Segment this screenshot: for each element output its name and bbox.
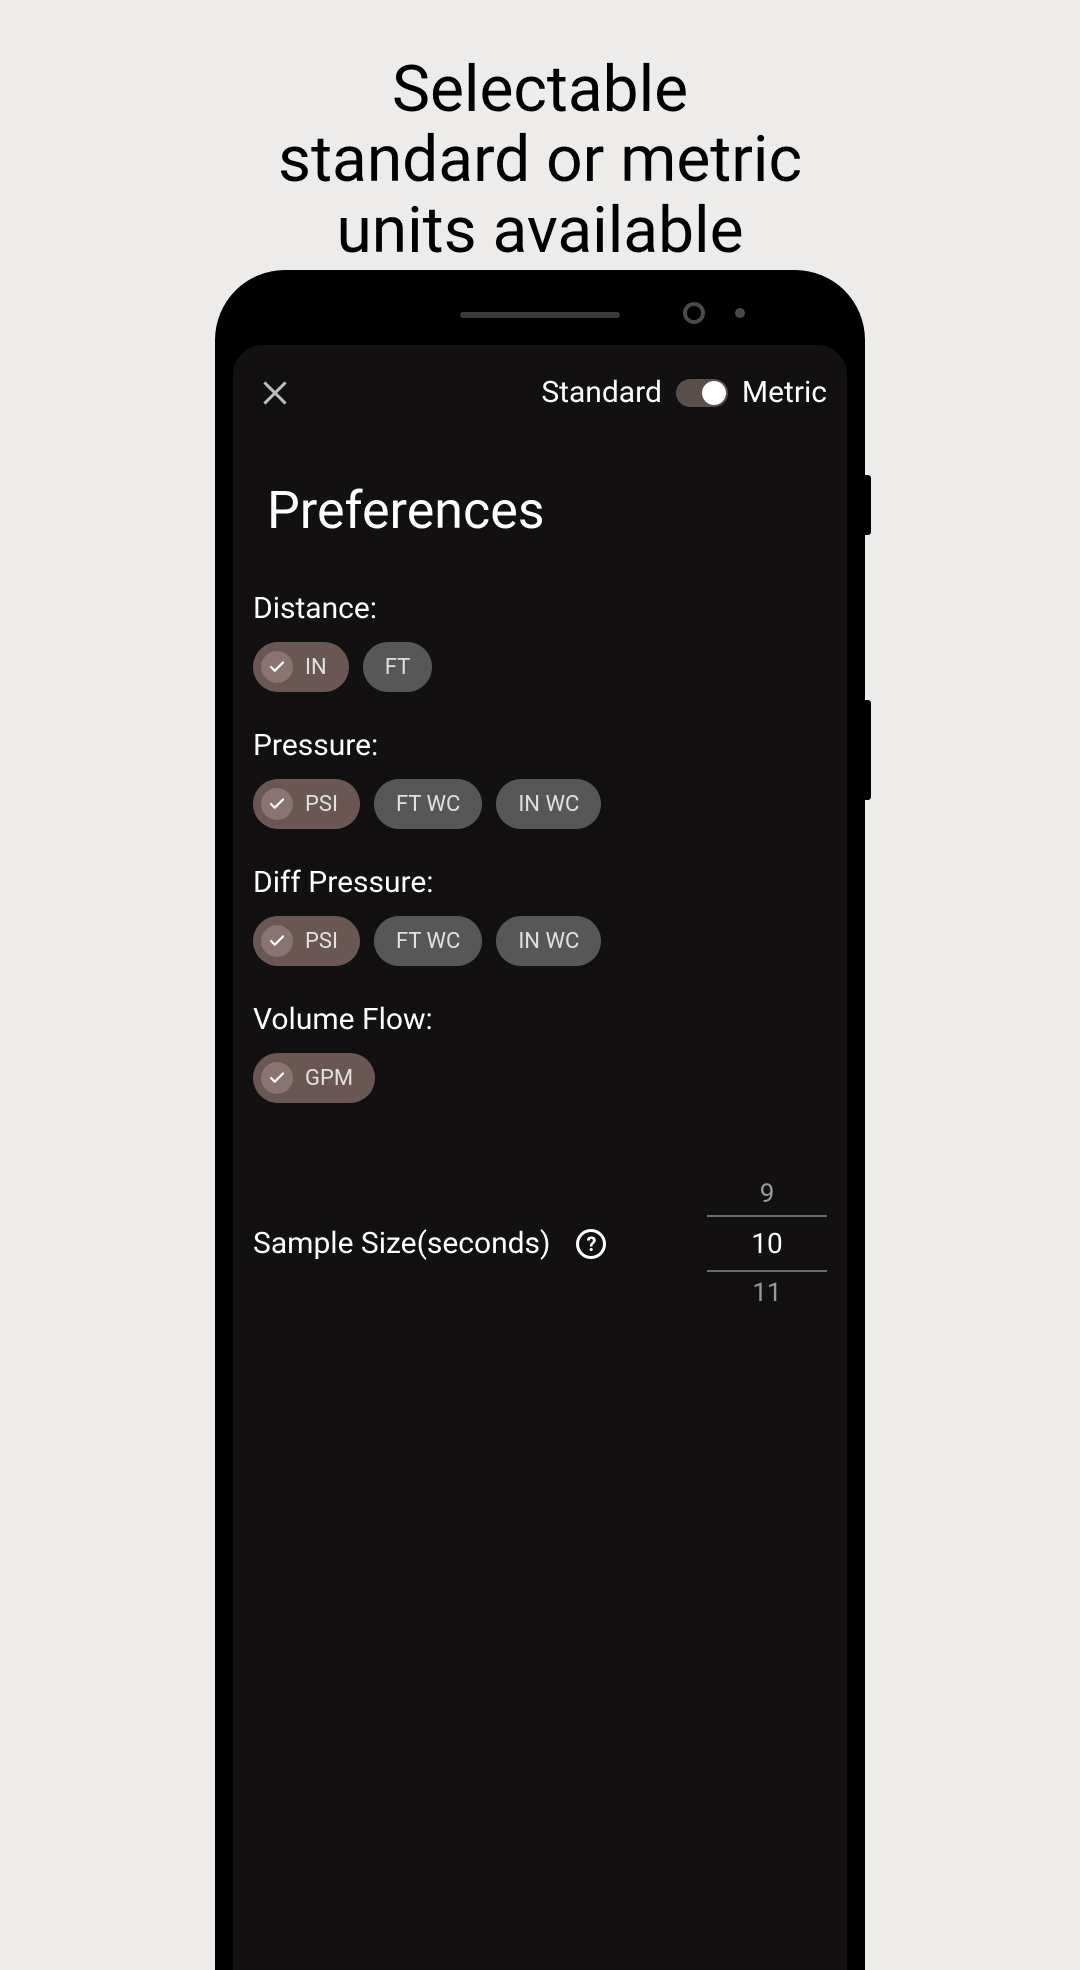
- phone-speaker: [460, 312, 620, 318]
- phone-camera-icon: [683, 302, 705, 324]
- promo-line-1: Selectable: [278, 55, 802, 125]
- check-icon: [261, 925, 293, 957]
- chip-label: FT: [385, 655, 411, 680]
- sample-size-row: Sample Size(seconds) ? 9 10 11: [253, 1173, 827, 1314]
- spinner-current: 10: [707, 1215, 827, 1272]
- volume-flow-chips: GPM: [253, 1053, 827, 1103]
- diff-pressure-chip-in-wc[interactable]: IN WC: [496, 916, 601, 966]
- diff-pressure-chip-ft-wc[interactable]: FT WC: [374, 916, 482, 966]
- toggle-knob: [702, 381, 726, 405]
- pressure-chips: PSI FT WC IN WC: [253, 779, 827, 829]
- sample-size-label: Sample Size(seconds): [253, 1226, 550, 1261]
- pressure-chip-psi[interactable]: PSI: [253, 779, 360, 829]
- phone-side-button: [865, 475, 871, 535]
- check-icon: [261, 788, 293, 820]
- volume-flow-group: Volume Flow: GPM: [253, 1002, 827, 1103]
- app-screen: Standard Metric Preferences Distance: IN…: [233, 345, 847, 1970]
- promo-line-3: units available: [278, 196, 802, 266]
- diff-pressure-group: Diff Pressure: PSI FT WC IN WC: [253, 865, 827, 966]
- pressure-label: Pressure:: [253, 728, 827, 763]
- volume-flow-chip-gpm[interactable]: GPM: [253, 1053, 375, 1103]
- check-icon: [261, 651, 293, 683]
- help-icon[interactable]: ?: [576, 1229, 606, 1259]
- check-icon: [261, 1062, 293, 1094]
- spinner-prev: 9: [707, 1173, 827, 1215]
- metric-label: Metric: [742, 375, 827, 410]
- promo-line-2: standard or metric: [278, 125, 802, 195]
- chip-label: FT WC: [396, 792, 460, 817]
- diff-pressure-chip-psi[interactable]: PSI: [253, 916, 360, 966]
- phone-side-button: [865, 700, 871, 800]
- pressure-group: Pressure: PSI FT WC IN WC: [253, 728, 827, 829]
- chip-label: IN: [305, 655, 327, 680]
- standard-label: Standard: [541, 375, 662, 410]
- chip-label: IN WC: [518, 792, 579, 817]
- diff-pressure-label: Diff Pressure:: [253, 865, 827, 900]
- units-toggle[interactable]: [676, 379, 728, 407]
- phone-frame: Standard Metric Preferences Distance: IN…: [215, 270, 865, 1970]
- top-toolbar: Standard Metric: [253, 375, 827, 410]
- promo-heading: Selectable standard or metric units avai…: [278, 55, 802, 266]
- diff-pressure-chips: PSI FT WC IN WC: [253, 916, 827, 966]
- pressure-chip-in-wc[interactable]: IN WC: [496, 779, 601, 829]
- chip-label: PSI: [305, 929, 338, 954]
- distance-chip-in[interactable]: IN: [253, 642, 349, 692]
- chip-label: GPM: [305, 1066, 353, 1091]
- distance-label: Distance:: [253, 591, 827, 626]
- sample-size-spinner[interactable]: 9 10 11: [707, 1173, 827, 1314]
- distance-chip-ft[interactable]: FT: [363, 642, 433, 692]
- page-title: Preferences: [267, 480, 827, 541]
- phone-sensor-icon: [735, 308, 745, 318]
- volume-flow-label: Volume Flow:: [253, 1002, 827, 1037]
- chip-label: IN WC: [518, 929, 579, 954]
- distance-group: Distance: IN FT: [253, 591, 827, 692]
- close-icon[interactable]: [259, 377, 291, 409]
- pressure-chip-ft-wc[interactable]: FT WC: [374, 779, 482, 829]
- chip-label: PSI: [305, 792, 338, 817]
- chip-label: FT WC: [396, 929, 460, 954]
- distance-chips: IN FT: [253, 642, 827, 692]
- spinner-next: 11: [707, 1272, 827, 1314]
